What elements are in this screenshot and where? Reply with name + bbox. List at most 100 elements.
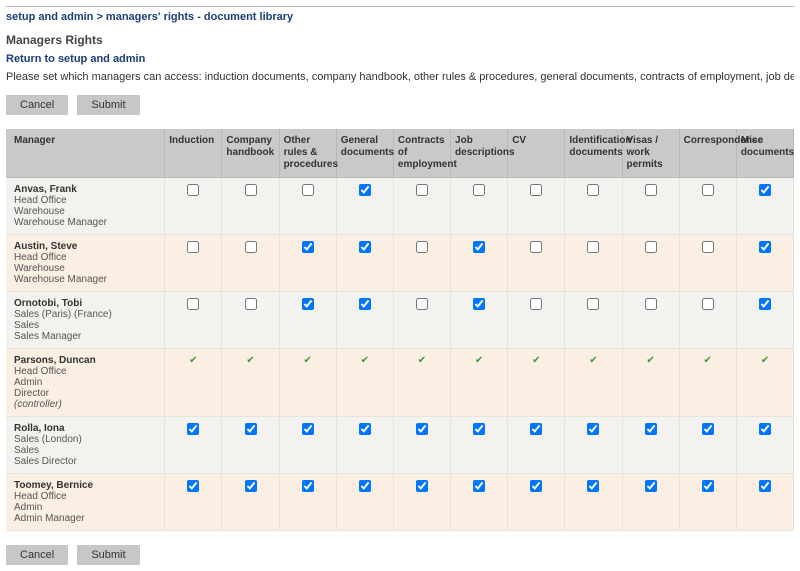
rights-checkbox[interactable] bbox=[416, 298, 428, 310]
rights-checkbox[interactable] bbox=[530, 480, 542, 492]
check-icon: ✔ bbox=[646, 355, 654, 366]
rights-cell bbox=[279, 474, 336, 531]
manager-detail: Admin bbox=[14, 377, 160, 388]
rights-checkbox[interactable] bbox=[759, 423, 771, 435]
submit-button-bottom[interactable]: Submit bbox=[77, 545, 139, 565]
rights-cell bbox=[336, 417, 393, 474]
rights-checkbox[interactable] bbox=[759, 241, 771, 253]
rights-checkbox[interactable] bbox=[473, 423, 485, 435]
manager-cell: Rolla, IonaSales (London)SalesSales Dire… bbox=[6, 417, 165, 474]
manager-detail: Admin bbox=[14, 502, 160, 513]
rights-checkbox[interactable] bbox=[187, 298, 199, 310]
table-row: Ornotobi, TobiSales (Paris) (France)Sale… bbox=[6, 292, 794, 349]
rights-checkbox[interactable] bbox=[473, 241, 485, 253]
check-icon: ✔ bbox=[761, 355, 769, 366]
col-header-doc: Induction bbox=[165, 129, 222, 178]
rights-checkbox[interactable] bbox=[187, 480, 199, 492]
rights-checkbox[interactable] bbox=[245, 298, 257, 310]
manager-detail: Warehouse Manager bbox=[14, 274, 160, 285]
rights-checkbox[interactable] bbox=[702, 298, 714, 310]
col-header-doc: Misc documents bbox=[736, 129, 793, 178]
rights-checkbox[interactable] bbox=[302, 423, 314, 435]
rights-checkbox[interactable] bbox=[473, 184, 485, 196]
rights-checkbox[interactable] bbox=[702, 480, 714, 492]
rights-checkbox[interactable] bbox=[587, 480, 599, 492]
manager-detail: Sales bbox=[14, 445, 160, 456]
rights-checkbox[interactable] bbox=[245, 480, 257, 492]
rights-checkbox[interactable] bbox=[302, 298, 314, 310]
rights-checkbox[interactable] bbox=[359, 298, 371, 310]
rights-checkbox[interactable] bbox=[302, 184, 314, 196]
cancel-button[interactable]: Cancel bbox=[6, 95, 68, 115]
rights-checkbox[interactable] bbox=[187, 184, 199, 196]
rights-checkbox[interactable] bbox=[359, 480, 371, 492]
intro-text: Please set which managers can access: in… bbox=[6, 71, 794, 83]
rights-checkbox[interactable] bbox=[587, 184, 599, 196]
rights-checkbox[interactable] bbox=[359, 241, 371, 253]
manager-name: Toomey, Bernice bbox=[14, 480, 160, 491]
rights-checkbox[interactable] bbox=[530, 298, 542, 310]
rights-checkbox[interactable] bbox=[302, 241, 314, 253]
submit-button[interactable]: Submit bbox=[77, 95, 139, 115]
return-link[interactable]: Return to setup and admin bbox=[6, 53, 794, 65]
rights-checkbox[interactable] bbox=[473, 480, 485, 492]
rights-cell bbox=[736, 474, 793, 531]
check-icon: ✔ bbox=[475, 355, 483, 366]
rights-checkbox[interactable] bbox=[645, 241, 657, 253]
rights-checkbox[interactable] bbox=[416, 241, 428, 253]
rights-cell bbox=[736, 178, 793, 235]
rights-checkbox[interactable] bbox=[702, 184, 714, 196]
col-header-manager: Manager bbox=[6, 129, 165, 178]
rights-checkbox[interactable] bbox=[645, 423, 657, 435]
rights-checkbox[interactable] bbox=[245, 423, 257, 435]
rights-checkbox[interactable] bbox=[645, 480, 657, 492]
rights-checkbox[interactable] bbox=[245, 184, 257, 196]
rights-cell bbox=[565, 178, 622, 235]
rights-checkbox[interactable] bbox=[587, 241, 599, 253]
check-icon: ✔ bbox=[532, 355, 540, 366]
rights-checkbox[interactable] bbox=[759, 184, 771, 196]
cancel-button-bottom[interactable]: Cancel bbox=[6, 545, 68, 565]
rights-checkbox[interactable] bbox=[187, 423, 199, 435]
rights-cell bbox=[279, 235, 336, 292]
rights-checkbox[interactable] bbox=[416, 184, 428, 196]
rights-cell bbox=[565, 235, 622, 292]
table-row: Rolla, IonaSales (London)SalesSales Dire… bbox=[6, 417, 794, 474]
rights-cell bbox=[393, 417, 450, 474]
col-header-doc: CV bbox=[508, 129, 565, 178]
col-header-doc: Other rules & procedures bbox=[279, 129, 336, 178]
rights-checkbox[interactable] bbox=[530, 184, 542, 196]
rights-checkbox[interactable] bbox=[416, 423, 428, 435]
rights-checkbox[interactable] bbox=[702, 241, 714, 253]
rights-checkbox[interactable] bbox=[645, 298, 657, 310]
rights-cell: ✔ bbox=[565, 349, 622, 417]
col-header-doc: General documents bbox=[336, 129, 393, 178]
rights-checkbox[interactable] bbox=[359, 184, 371, 196]
rights-checkbox[interactable] bbox=[473, 298, 485, 310]
rights-cell bbox=[622, 474, 679, 531]
rights-cell bbox=[508, 292, 565, 349]
manager-detail: Head Office bbox=[14, 366, 160, 377]
rights-checkbox[interactable] bbox=[416, 480, 428, 492]
rights-checkbox[interactable] bbox=[302, 480, 314, 492]
rights-cell bbox=[336, 178, 393, 235]
rights-checkbox[interactable] bbox=[587, 298, 599, 310]
rights-cell bbox=[336, 235, 393, 292]
rights-checkbox[interactable] bbox=[759, 480, 771, 492]
rights-checkbox[interactable] bbox=[245, 241, 257, 253]
rights-checkbox[interactable] bbox=[530, 423, 542, 435]
rights-cell bbox=[165, 474, 222, 531]
rights-cell bbox=[679, 417, 736, 474]
rights-checkbox[interactable] bbox=[702, 423, 714, 435]
manager-cell: Austin, SteveHead OfficeWarehouseWarehou… bbox=[6, 235, 165, 292]
rights-checkbox[interactable] bbox=[645, 184, 657, 196]
rights-cell bbox=[222, 235, 279, 292]
rights-checkbox[interactable] bbox=[759, 298, 771, 310]
rights-cell bbox=[165, 292, 222, 349]
rights-cell bbox=[336, 474, 393, 531]
rights-checkbox[interactable] bbox=[530, 241, 542, 253]
rights-checkbox[interactable] bbox=[187, 241, 199, 253]
rights-checkbox[interactable] bbox=[587, 423, 599, 435]
rights-checkbox[interactable] bbox=[359, 423, 371, 435]
rights-cell: ✔ bbox=[451, 349, 508, 417]
